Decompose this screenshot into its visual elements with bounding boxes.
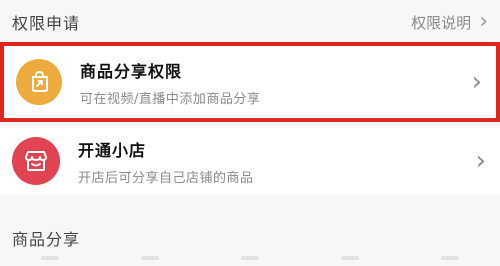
- chevron-right-icon: ›: [471, 67, 482, 97]
- chevron-right-icon: ›: [475, 146, 486, 176]
- cut-off-icon: [441, 256, 459, 260]
- cut-off-icon: [41, 256, 59, 260]
- product-share-section-title: 商品分享: [12, 230, 81, 249]
- permission-explain-link[interactable]: 权限说明 ›: [411, 11, 488, 33]
- item-title: 开通小店: [78, 140, 147, 160]
- product-share-text: 商品分享权限 可在视频/直播中添加商品分享: [80, 58, 472, 107]
- explain-label: 权限说明: [411, 13, 472, 32]
- share-box-icon: [16, 59, 62, 105]
- open-shop-text: 开通小店 开店后可分享自己店铺的商品: [78, 137, 476, 186]
- cut-off-icon: [341, 256, 359, 260]
- item-subtitle: 开店后可分享自己店铺的商品: [78, 170, 254, 186]
- section-title: 权限申请: [12, 14, 81, 33]
- chevron-right-icon: ›: [479, 9, 488, 34]
- cut-off-icon: [141, 256, 159, 260]
- product-share-permission-item[interactable]: 商品分享权限 可在视频/直播中添加商品分享 ›: [0, 42, 500, 122]
- item-subtitle: 可在视频/直播中添加商品分享: [80, 91, 261, 107]
- open-shop-item[interactable]: 开通小店 开店后可分享自己店铺的商品 ›: [0, 128, 500, 194]
- cut-off-row: [0, 256, 500, 266]
- shop-icon: [12, 137, 60, 185]
- permission-section-header: 权限申请 权限说明 ›: [0, 0, 500, 44]
- cut-off-icon: [241, 256, 259, 260]
- item-title: 商品分享权限: [80, 61, 183, 81]
